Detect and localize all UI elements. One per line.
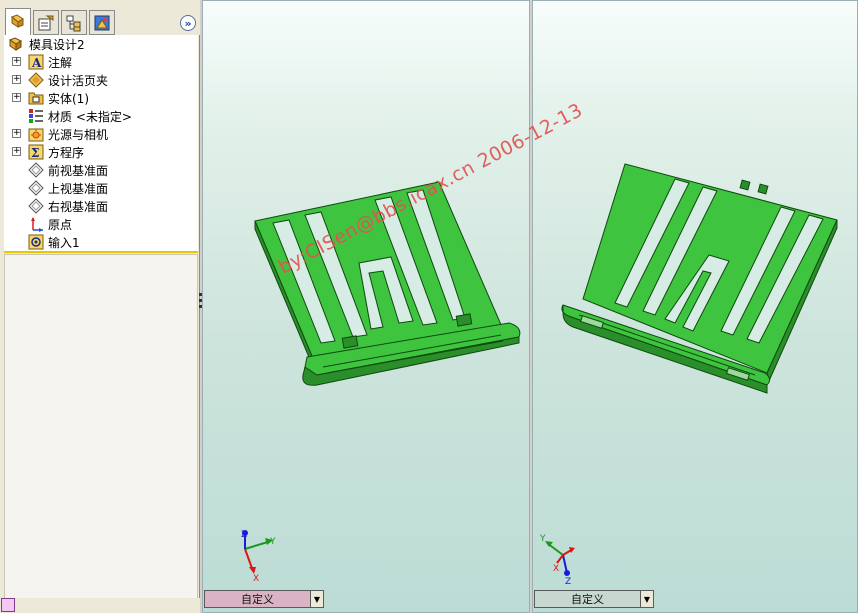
status-icon <box>1 598 15 612</box>
tree-item-label: 右视基准面 <box>48 200 109 214</box>
origin-icon <box>31 217 43 232</box>
expand-toggle[interactable]: + <box>12 147 21 156</box>
tree-item-label: 原点 <box>48 218 73 232</box>
tree-item-label: 光源与相机 <box>48 128 109 142</box>
tree-item-label: 实体(1) <box>48 92 89 106</box>
triad-x-label: X <box>553 564 559 574</box>
triad-z-label: Z <box>241 530 247 540</box>
manager-tabs: » <box>0 0 200 35</box>
tree-item-material[interactable]: 材质 <未指定> <box>4 107 194 125</box>
triad-y-label: Y <box>269 537 276 547</box>
triad-y-label: Y <box>539 534 546 544</box>
expand-toggle[interactable]: + <box>12 93 21 102</box>
tree-item-solid-bodies[interactable]: + 实体(1) <box>4 89 194 107</box>
feature-tree-icon <box>11 14 24 28</box>
tree-item-equations[interactable]: + Σ 方程序 <box>4 143 194 161</box>
tree-item-lights-cameras[interactable]: + 光源与相机 <box>4 125 194 143</box>
feature-manager-tab[interactable] <box>5 8 31 35</box>
tree-item-front-plane[interactable]: 前视基准面 <box>4 161 194 179</box>
tree-item-label: 注解 <box>48 56 73 70</box>
display-manager-tab[interactable] <box>89 10 115 35</box>
solid-bodies-icon <box>28 92 44 105</box>
tree-item-right-plane[interactable]: 右视基准面 <box>4 197 194 215</box>
feature-tree-empty-area <box>4 254 198 606</box>
feature-tree: 模具设计2 + A 注解 + 设计活页夹 + 实体(1) 材质 <未指定> + … <box>4 35 198 253</box>
part-model-right: Y X Z <box>539 163 838 587</box>
tree-item-annotations[interactable]: + A 注解 <box>4 53 194 71</box>
tree-item-label: 方程序 <box>48 146 85 160</box>
view-orientation-select-right[interactable]: 自定义 ▼ <box>534 590 654 608</box>
property-manager-icon <box>38 15 54 30</box>
part-model-left: Y Z X <box>241 181 521 584</box>
design-binder-icon <box>28 72 44 88</box>
view-orientation-value: 自定义 <box>571 593 604 606</box>
dropdown-arrow-icon[interactable]: ▼ <box>640 591 653 607</box>
expand-toggle[interactable]: + <box>12 75 21 84</box>
annotation-icon: A <box>28 54 44 70</box>
property-manager-tab[interactable] <box>33 10 59 35</box>
tree-item-import1[interactable]: 输入1 <box>4 233 194 251</box>
status-strip <box>0 598 200 613</box>
tree-item-label: 上视基准面 <box>48 182 109 196</box>
tree-item-label: 材质 <未指定> <box>48 110 132 124</box>
graphics-viewport-right[interactable]: Y X Z <box>532 0 858 613</box>
tree-item-origin[interactable]: 原点 <box>4 215 194 233</box>
expand-panel-button[interactable]: » <box>180 15 196 31</box>
triad-x-label: X <box>253 574 259 584</box>
tree-item-top-plane[interactable]: 上视基准面 <box>4 179 194 197</box>
view-orientation-value: 自定义 <box>241 593 274 606</box>
tree-root-label: 模具设计2 <box>29 38 85 52</box>
plane-icon <box>28 180 44 196</box>
plane-icon <box>28 198 44 214</box>
expand-toggle[interactable]: + <box>12 57 21 66</box>
svg-text:Σ: Σ <box>31 146 39 160</box>
view-orientation-select-left[interactable]: 自定义 ▼ <box>204 590 324 608</box>
part-icon <box>8 37 23 51</box>
tree-item-label: 设计活页夹 <box>48 74 109 88</box>
equations-icon: Σ <box>28 144 44 160</box>
svg-text:A: A <box>31 56 42 70</box>
tree-item-label: 前视基准面 <box>48 164 109 178</box>
tree-root[interactable]: 模具设计2 <box>4 35 194 53</box>
configuration-manager-tab[interactable] <box>61 10 87 35</box>
graphics-viewport-left[interactable]: Y Z X <box>202 0 530 613</box>
configuration-manager-icon <box>66 15 81 31</box>
dropdown-arrow-icon[interactable]: ▼ <box>310 591 323 607</box>
feature-manager-panel: » 模具设计2 + A 注解 + 设计活页夹 + 实体(1) 材质 <未指定> … <box>0 0 200 613</box>
plane-icon <box>28 162 44 178</box>
material-icon <box>29 109 43 123</box>
triad-z-label: Z <box>565 577 571 587</box>
lights-cameras-icon <box>28 128 44 142</box>
tree-item-design-binder[interactable]: + 设计活页夹 <box>4 71 194 89</box>
import-feature-icon <box>28 234 44 250</box>
display-manager-icon <box>94 15 110 30</box>
tree-item-label: 输入1 <box>48 236 80 250</box>
expand-toggle[interactable]: + <box>12 129 21 138</box>
